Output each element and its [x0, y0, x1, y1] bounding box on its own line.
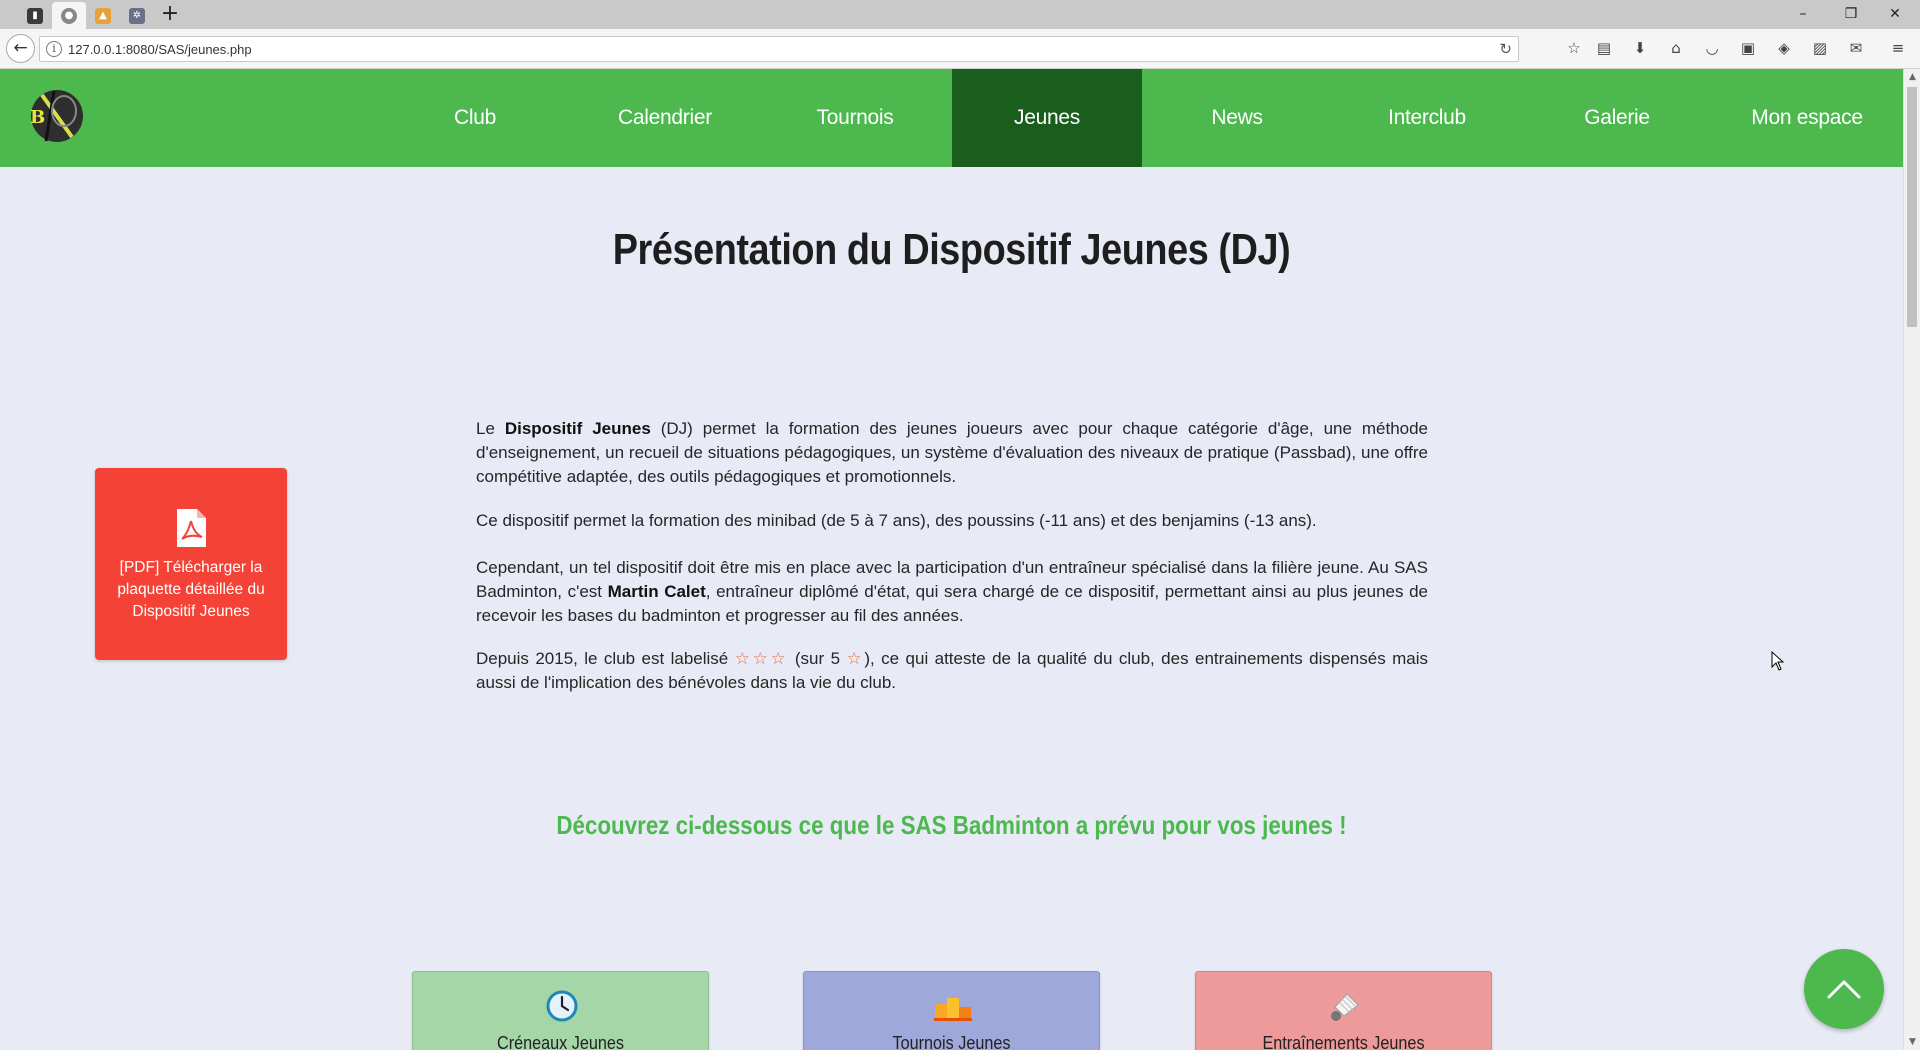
card-label: Entraînements Jeunes: [1262, 1033, 1425, 1050]
podium-icon: [934, 998, 972, 1021]
page-scrollbar[interactable]: ▲ ▼: [1903, 69, 1920, 1050]
tab-favicon-icon: ▮: [27, 7, 43, 24]
browser-tabbar: ▮ ● ▲ ✲ + – ❐ ✕: [0, 0, 1920, 29]
nav-item-interclub[interactable]: Interclub: [1332, 69, 1522, 167]
close-window-button[interactable]: ✕: [1880, 2, 1910, 26]
scroll-up-arrow-icon[interactable]: ▲: [1904, 69, 1920, 85]
nav-item-jeunes[interactable]: Jeunes: [952, 69, 1142, 167]
paragraph-dispositif: Le Dispositif Jeunes (DJ) permet la form…: [476, 419, 1429, 486]
nav-item-news[interactable]: News: [1142, 69, 1332, 167]
page-title: Présentation du Dispositif Jeunes (DJ): [612, 225, 1291, 274]
card-creneaux-jeunes[interactable]: Créneaux Jeunes: [412, 971, 709, 1050]
extension-icon[interactable]: ▣: [1737, 37, 1759, 59]
web-page: B Club Calendrier Tournois Jeunes News I…: [0, 69, 1903, 1050]
reload-icon[interactable]: ↻: [1499, 40, 1512, 58]
browser-tab[interactable]: ✲: [120, 2, 154, 29]
site-navbar: B Club Calendrier Tournois Jeunes News I…: [0, 69, 1903, 167]
browser-tab[interactable]: ▲: [86, 2, 120, 29]
pdf-icon: [177, 509, 206, 547]
scroll-down-arrow-icon[interactable]: ▼: [1904, 1034, 1920, 1050]
nav-item-mon-espace[interactable]: Mon espace: [1712, 69, 1902, 167]
paragraph-coach: Cependant, un tel dispositif doit être m…: [476, 558, 1428, 625]
url-text[interactable]: 127.0.0.1:8080/SAS/jeunes.php: [68, 42, 252, 57]
chevron-up-icon: [1827, 980, 1861, 999]
back-to-top-button[interactable]: [1804, 949, 1884, 1029]
tab-favicon-icon: ▲: [95, 7, 111, 24]
card-entrainements-jeunes[interactable]: Entraînements Jeunes: [1195, 971, 1492, 1050]
mouse-cursor-icon: [1771, 651, 1785, 671]
paragraph-label: Depuis 2015, le club est labelisé ☆☆☆ (s…: [476, 649, 1428, 692]
home-icon[interactable]: ⌂: [1665, 37, 1687, 59]
globe-icon: ●: [61, 7, 77, 24]
bookmark-star-icon[interactable]: ☆: [1563, 37, 1585, 59]
minimize-button[interactable]: –: [1788, 2, 1818, 26]
browser-tab-active[interactable]: ●: [52, 2, 86, 29]
club-logo-icon[interactable]: B: [24, 83, 90, 149]
nav-item-calendrier[interactable]: Calendrier: [570, 69, 760, 167]
nav-item-club[interactable]: Club: [380, 69, 570, 167]
new-tab-button[interactable]: +: [158, 3, 182, 27]
browser-tab[interactable]: ▮: [18, 2, 52, 29]
paragraph-categories: Ce dispositif permet la formation des mi…: [476, 511, 1317, 530]
card-tournois-jeunes[interactable]: Tournois Jeunes: [803, 971, 1100, 1050]
chart-extension-icon[interactable]: ▨: [1809, 37, 1831, 59]
download-icon[interactable]: ⬇: [1629, 37, 1651, 59]
rating-stars-icon: ☆☆☆: [734, 649, 789, 668]
pdf-download-label[interactable]: [PDF] Télécharger la plaquette détaillée…: [109, 557, 273, 623]
bold-coach-name: Martin Calet: [607, 582, 706, 601]
hamburger-menu-icon[interactable]: ≡: [1887, 37, 1909, 59]
svg-text:B: B: [30, 107, 45, 128]
tab-favicon-icon: ✲: [129, 7, 145, 24]
nav-item-tournois[interactable]: Tournois: [760, 69, 950, 167]
card-label: Tournois Jeunes: [892, 1033, 1011, 1050]
star-icon: ☆: [846, 649, 865, 668]
reader-list-icon[interactable]: ▤: [1593, 37, 1615, 59]
site-info-icon[interactable]: i: [46, 41, 62, 57]
extension-icon[interactable]: ✉: [1845, 37, 1867, 59]
scrollbar-thumb[interactable]: [1907, 87, 1917, 327]
section-subtitle: Découvrez ci-dessous ce que le SAS Badmi…: [556, 810, 1347, 840]
restore-button[interactable]: ❐: [1836, 2, 1866, 26]
bold-dispositif: Dispositif Jeunes: [504, 419, 651, 438]
clock-icon: [546, 990, 578, 1022]
pdf-download-button[interactable]: [PDF] Télécharger la plaquette détaillée…: [95, 468, 287, 660]
shield-icon[interactable]: ◈: [1773, 37, 1795, 59]
nav-item-galerie[interactable]: Galerie: [1522, 69, 1712, 167]
pocket-icon[interactable]: ◡: [1701, 37, 1723, 59]
url-bar[interactable]: i 127.0.0.1:8080/SAS/jeunes.php ↻: [39, 36, 1519, 62]
card-label: Créneaux Jeunes: [497, 1033, 624, 1050]
shuttlecock-icon: [1331, 993, 1359, 1021]
back-button[interactable]: ←: [6, 34, 35, 63]
